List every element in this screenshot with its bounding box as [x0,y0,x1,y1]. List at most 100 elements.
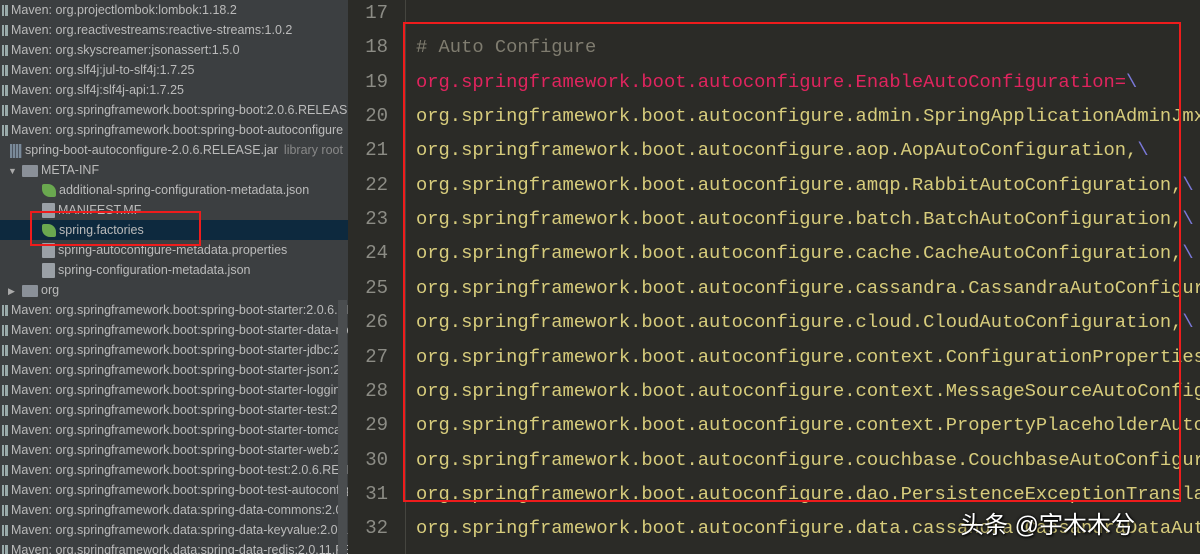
file-item[interactable]: additional-spring-configuration-metadata… [0,180,338,200]
json-file-icon [42,263,55,279]
library-icon [2,345,8,357]
line-continuation: \ [1182,208,1194,231]
folder-icon [22,164,38,177]
tree-item-label: spring-configuration-metadata.json [58,263,251,277]
highlight-box-code [403,22,1181,502]
collapse-arrow-icon[interactable]: ▶ [8,281,18,301]
maven-library-item[interactable]: Maven: org.springframework.boot:spring-b… [0,320,348,340]
tree-item-label: META-INF [41,163,100,177]
maven-library-item[interactable]: Maven: org.springframework.boot:spring-b… [0,100,348,120]
line-continuation: \ [1182,173,1194,196]
library-icon [2,25,8,37]
tree-item-label: Maven: org.springframework.boot:spring-b… [11,403,341,417]
maven-library-item[interactable]: Maven: org.springframework.boot:spring-b… [0,300,348,320]
library-icon [2,405,8,417]
tree-item-label: Maven: org.springframework.data:spring-d… [11,543,348,554]
maven-library-item[interactable]: Maven: org.skyscreamer:jsonassert:1.5.0 [0,40,338,60]
library-icon [2,125,8,137]
line-number: 24 [365,242,388,265]
maven-library-item[interactable]: Maven: org.springframework.boot:spring-b… [0,440,341,460]
maven-library-item[interactable]: Maven: org.springframework.data:spring-d… [0,500,346,520]
maven-library-item[interactable]: Maven: org.springframework.boot:spring-b… [0,340,341,360]
maven-library-item[interactable]: Maven: org.slf4j:slf4j-api:1.7.25 [0,80,338,100]
folder-icon [22,284,38,297]
maven-library-item[interactable]: Maven: org.springframework.boot:spring-b… [0,120,343,140]
watermark: 头条 @宇木木兮 [960,512,1136,539]
folder-meta-inf[interactable]: ▼ META-INF [0,160,338,180]
line-number: 28 [365,379,388,402]
jar-root-item[interactable]: spring-boot-autoconfigure-2.0.6.RELEASE.… [0,140,343,160]
library-root-hint: library root [283,143,343,157]
tree-item-label: Maven: org.springframework.boot:spring-b… [11,103,348,117]
tree-item-label: Maven: org.springframework.boot:spring-b… [11,303,348,317]
tree-item-label: Maven: org.skyscreamer:jsonassert:1.5.0 [11,43,240,57]
folder-org[interactable]: ▶ org [0,280,338,300]
line-number: 22 [365,173,388,196]
line-number: 23 [365,208,388,231]
highlight-box-file [30,211,201,246]
tree-item-label: Maven: org.springframework.boot:spring-b… [11,463,348,477]
file-item[interactable]: spring-configuration-metadata.json [0,260,338,280]
line-number: 19 [365,70,388,93]
tree-item-label: org [41,283,60,297]
line-number: 26 [365,311,388,334]
library-icon [2,485,8,497]
line-continuation: \ [1182,242,1194,265]
library-icon [2,65,8,77]
maven-library-item[interactable]: Maven: org.springframework.data:spring-d… [0,540,348,554]
library-icon [2,465,8,477]
tree-item-label: Maven: org.springframework.boot:spring-b… [11,363,341,377]
line-number: 18 [365,36,388,59]
tree-item-label: Maven: org.springframework.data:spring-d… [11,523,348,537]
tree-item-label: Maven: org.springframework.boot:spring-b… [11,443,341,457]
maven-library-item[interactable]: Maven: org.projectlombok:lombok:1.18.2 [0,0,338,20]
line-number: 31 [365,482,388,505]
maven-library-item[interactable]: Maven: org.springframework.boot:spring-b… [0,480,348,500]
library-icon [2,105,8,117]
tree-scrollbar[interactable] [338,300,347,554]
library-icon [2,85,8,97]
line-number: 20 [365,105,388,128]
line-number: 21 [365,139,388,162]
expand-arrow-icon[interactable]: ▼ [8,161,18,181]
tree-item-label: spring-boot-autoconfigure-2.0.6.RELEASE.… [25,143,278,157]
tree-item-label: Maven: org.springframework.boot:spring-b… [11,383,348,397]
library-icon [2,305,8,317]
tree-item-label: Maven: org.reactivestreams:reactive-stre… [11,23,293,37]
maven-library-item[interactable]: Maven: org.springframework.boot:spring-b… [0,380,347,400]
library-icon [2,525,8,537]
line-number: 30 [365,448,388,471]
line-number: 17 [365,2,388,24]
tree-item-label: Maven: org.springframework.boot:spring-b… [11,323,348,337]
line-continuation: \ [1182,311,1194,334]
line-number: 32 [365,517,388,540]
maven-library-item[interactable]: Maven: org.springframework.data:spring-d… [0,520,348,540]
library-icon [2,505,8,517]
project-tree-panel: Maven: org.projectlombok:lombok:1.18.2 Ma… [0,0,348,554]
maven-library-item[interactable]: Maven: org.slf4j:jul-to-slf4j:1.7.25 [0,60,338,80]
tree-item-label: Maven: org.springframework.boot:spring-b… [11,483,348,497]
line-number: 29 [365,414,388,437]
library-icon [2,425,8,437]
tree-item-label: Maven: org.springframework.boot:spring-b… [11,343,341,357]
library-icon [2,325,8,337]
maven-library-item[interactable]: Maven: org.springframework.boot:spring-b… [0,400,341,420]
tree-item-label: additional-spring-configuration-metadata… [59,183,310,197]
tree-item-label: Maven: org.springframework.boot:spring-b… [11,423,345,437]
library-icon [2,45,8,57]
maven-library-item[interactable]: Maven: org.reactivestreams:reactive-stre… [0,20,338,40]
tree-item-label: Maven: org.projectlombok:lombok:1.18.2 [11,3,237,17]
library-icon [2,385,8,397]
maven-library-item[interactable]: Maven: org.springframework.boot:spring-b… [0,420,344,440]
library-icon [2,545,8,554]
tree-item-label: Maven: org.slf4j:slf4j-api:1.7.25 [11,83,185,97]
spring-json-icon [42,184,56,198]
maven-library-item[interactable]: Maven: org.springframework.boot:spring-b… [0,460,348,480]
tree-item-label: Maven: org.springframework.boot:spring-b… [11,123,344,137]
jar-icon [10,143,22,158]
library-icon [2,445,8,457]
tree-item-label: Maven: org.springframework.data:spring-d… [11,503,346,517]
line-number: 25 [365,276,388,299]
maven-library-item[interactable]: Maven: org.springframework.boot:spring-b… [0,360,341,380]
line-number: 27 [365,345,388,368]
